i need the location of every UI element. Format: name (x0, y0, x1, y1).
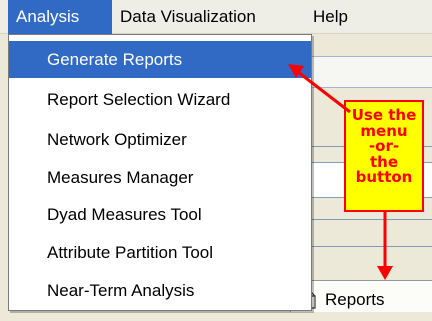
arrow-to-reports-tab (377, 212, 393, 280)
annotation-arrows (288, 64, 393, 280)
arrow-to-menu-item (288, 64, 351, 114)
